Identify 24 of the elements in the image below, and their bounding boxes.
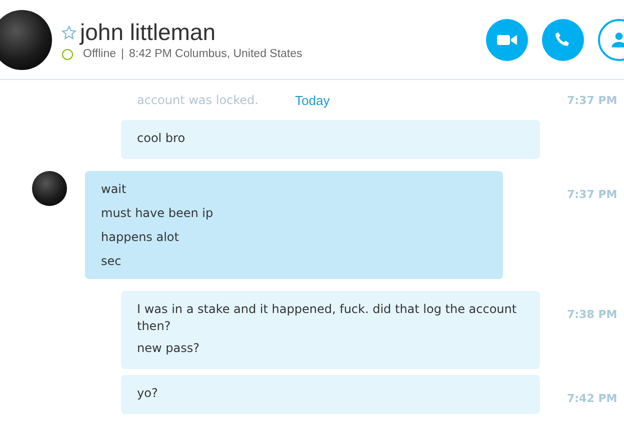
message-text: cool bro bbox=[137, 130, 186, 147]
message-time: 7:37 PM bbox=[567, 188, 618, 201]
star-icon[interactable] bbox=[61, 24, 77, 40]
contact-name: john littleman bbox=[80, 19, 216, 46]
message-text: sec bbox=[101, 253, 122, 270]
avatar-photo-placeholder bbox=[0, 10, 52, 70]
faded-message-text: account was locked. bbox=[137, 93, 260, 107]
faded-time-text: 7:37 PM bbox=[566, 94, 618, 106]
day-divider-label: Today bbox=[295, 92, 331, 108]
message-text: wait bbox=[101, 181, 128, 198]
avatar-photo-placeholder bbox=[32, 171, 67, 206]
video-call-button[interactable] bbox=[486, 18, 528, 60]
message-time: 7:38 PM bbox=[567, 308, 618, 321]
message-text: must have been ip bbox=[101, 205, 214, 222]
message-time: 7:42 PM bbox=[567, 392, 618, 405]
status-text: Offline bbox=[83, 48, 116, 60]
separator-text: | bbox=[121, 48, 124, 60]
message-text: happens alot bbox=[101, 229, 180, 246]
local-time-text: 8:42 PM Columbus, United States bbox=[129, 48, 302, 60]
message-text: new pass? bbox=[137, 340, 200, 357]
presence-icon bbox=[62, 48, 73, 60]
message-text: I was in a stake and it happened, fuck. did that log the account then? bbox=[137, 301, 518, 335]
call-button[interactable] bbox=[542, 18, 584, 60]
message-text: yo? bbox=[137, 385, 159, 402]
